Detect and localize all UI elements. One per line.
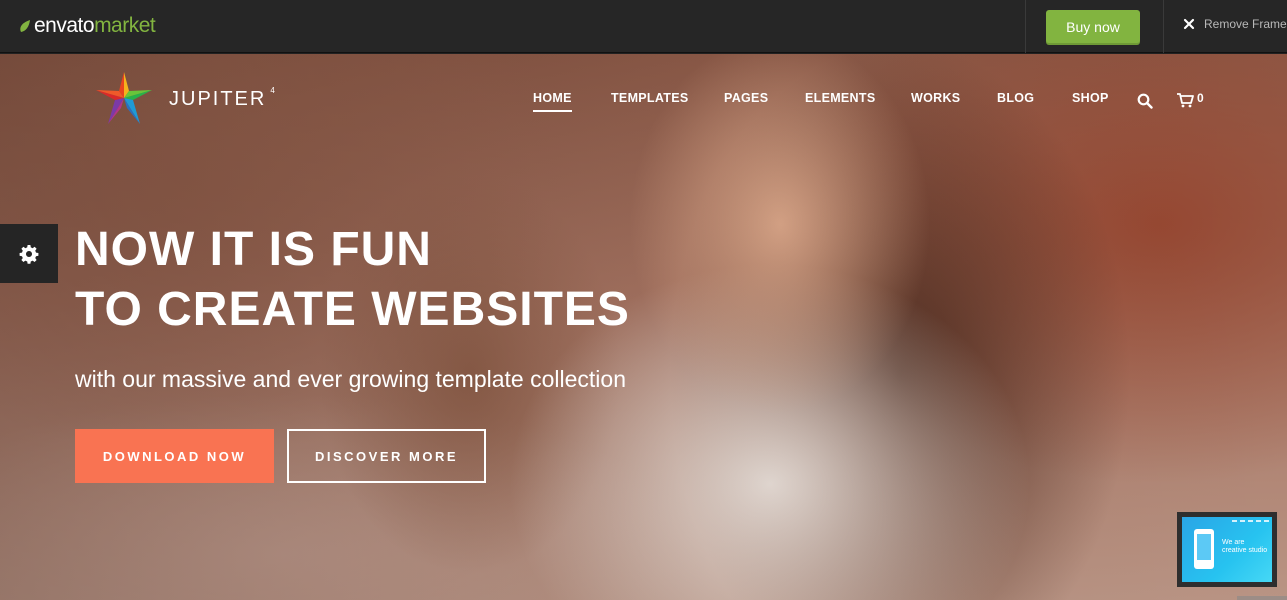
nav-item-home[interactable]: HOME	[533, 91, 572, 112]
preview-caption-line-1: We are	[1222, 539, 1245, 546]
buy-now-button[interactable]: Buy now	[1046, 10, 1140, 43]
preview-caption: We are creative studio	[1222, 539, 1267, 556]
brand-market-text: market	[94, 14, 156, 37]
nav-item-works[interactable]: WORKS	[911, 91, 960, 105]
envato-market-logo[interactable]: envato market	[18, 12, 156, 40]
hero-headline-line-1: NOW IT IS FUN	[75, 223, 432, 276]
envato-leaf-icon	[20, 20, 30, 32]
topbar-divider	[1163, 0, 1164, 53]
phone-mockup-icon	[1194, 529, 1214, 569]
preview-nav-bar	[1185, 520, 1269, 523]
topbar-divider	[1025, 0, 1026, 53]
cart-count-badge[interactable]: 0	[1197, 91, 1204, 105]
preview-caption-line-2: creative studio	[1222, 547, 1268, 555]
template-preview-thumbnail[interactable]: We are creative studio	[1177, 512, 1277, 587]
search-icon[interactable]	[1137, 93, 1153, 109]
envato-top-bar: envato market Buy now Remove Frame	[0, 0, 1287, 53]
nav-item-blog[interactable]: BLOG	[997, 91, 1034, 105]
gear-icon	[19, 244, 39, 264]
discover-more-button[interactable]: DISCOVER MORE	[287, 429, 486, 483]
preview-scroll-strip	[1237, 596, 1287, 600]
download-now-button[interactable]: DOWNLOAD NOW	[75, 429, 274, 483]
main-navigation: HOME TEMPLATES PAGES ELEMENTS WORKS BLOG…	[0, 91, 1287, 112]
close-icon	[1183, 18, 1195, 30]
cart-icon[interactable]	[1176, 92, 1194, 108]
hero-section: JUPITER 4 HOME TEMPLATES PAGES ELEMENTS W…	[0, 54, 1287, 600]
nav-item-elements[interactable]: ELEMENTS	[805, 91, 875, 105]
settings-panel-toggle[interactable]	[0, 224, 58, 283]
remove-frame-label: Remove Frame	[1204, 17, 1287, 31]
remove-frame-link[interactable]: Remove Frame	[1183, 17, 1287, 31]
nav-item-pages[interactable]: PAGES	[724, 91, 768, 105]
hero-headline-line-2: TO CREATE WEBSITES	[75, 283, 630, 336]
nav-item-templates[interactable]: TEMPLATES	[611, 91, 688, 105]
nav-item-shop[interactable]: SHOP	[1072, 91, 1109, 105]
preview-image: We are creative studio	[1182, 517, 1272, 582]
brand-envato-text: envato	[34, 14, 95, 37]
hero-subheadline: with our massive and ever growing templa…	[75, 366, 626, 392]
